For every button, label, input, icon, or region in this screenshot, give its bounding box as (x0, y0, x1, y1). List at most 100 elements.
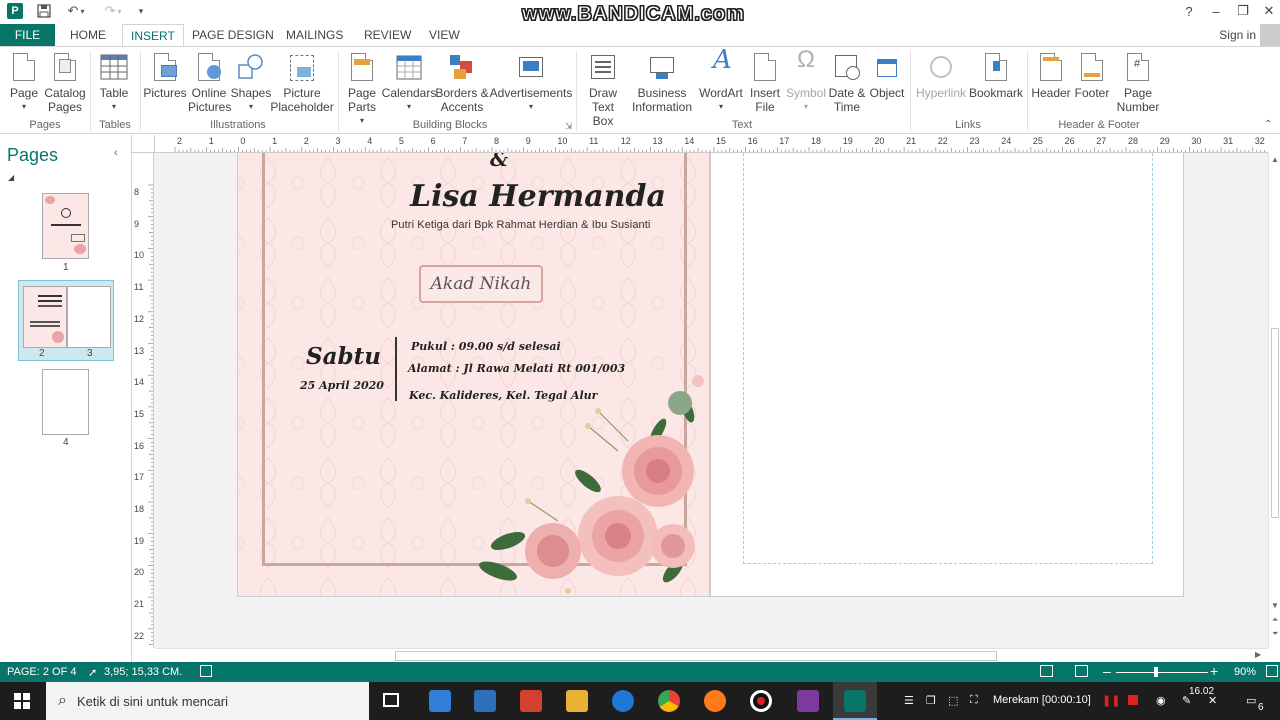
bride-name[interactable]: Lisa Hermanda (410, 179, 666, 214)
publisher-taskbar-button[interactable] (833, 682, 877, 720)
vertical-ruler[interactable]: 8 9 10 11 12 13 14 15 16 17 18 19 20 21 22 (132, 153, 154, 648)
file-explorer-icon[interactable] (566, 690, 588, 712)
insert-file-button[interactable]: Insert File (746, 53, 784, 114)
tray-region-icon[interactable]: ⬚ (948, 694, 958, 707)
bookmark-button[interactable]: Bookmark (968, 53, 1024, 100)
tab-mailings[interactable]: MAILINGS (278, 24, 351, 46)
hyperlink-button[interactable]: Hyperlink (914, 53, 968, 100)
collapse-ribbon-icon[interactable]: ⌃ (1264, 119, 1272, 130)
page-3[interactable] (710, 153, 1184, 597)
page-indicator[interactable]: PAGE: 2 OF 4 (7, 666, 77, 678)
sign-in-link[interactable]: Sign in (1219, 28, 1256, 42)
page-2[interactable]: & Lisa Hermanda Putri Ketiga dari Bpk Ra… (237, 153, 710, 597)
symbol-button[interactable]: Ω Symbol ▾ (786, 48, 826, 114)
tab-home[interactable]: HOME (62, 24, 114, 46)
scroll-up-icon[interactable]: ▲ (1271, 155, 1279, 164)
page-number-button[interactable]: # Page Number (1112, 53, 1164, 114)
ceremony-banner[interactable]: Akad Nikah (419, 265, 543, 303)
restore-icon[interactable]: ❐ (1232, 2, 1254, 20)
avatar[interactable] (1260, 24, 1280, 46)
document-canvas[interactable]: & Lisa Hermanda Putri Ketiga dari Bpk Ra… (154, 153, 1268, 648)
advertisements-button[interactable]: Advertisements ▾ (490, 53, 572, 114)
save-icon[interactable] (34, 2, 54, 20)
borders-accents-button[interactable]: Borders & Accents (435, 53, 489, 114)
notifications-icon[interactable]: ▭ (1246, 694, 1256, 707)
page-thumbnail-spread-2-3[interactable]: 2 3 (18, 280, 114, 361)
wordart-button[interactable]: A WordArt ▾ (698, 47, 744, 114)
pause-icon[interactable]: ❚❚ (1102, 694, 1120, 707)
page-thumbnail-4[interactable] (42, 369, 89, 435)
collapse-panel-icon[interactable]: ‹ (114, 147, 118, 159)
table-button[interactable]: Table ▾ (96, 53, 132, 114)
windows-start-icon[interactable] (14, 693, 30, 712)
day-label[interactable]: Sabtu (306, 343, 381, 370)
taskbar-search-box[interactable]: ⌕ Ketik di sini untuk mencari (46, 682, 369, 720)
tab-page-design[interactable]: PAGE DESIGN (184, 24, 282, 46)
customize-qat-icon[interactable]: ▾ (134, 2, 148, 20)
header-button[interactable]: Header (1030, 53, 1072, 100)
tab-file[interactable]: FILE (0, 24, 55, 46)
stop-icon[interactable] (1128, 695, 1138, 705)
bandicam-icon[interactable] (750, 690, 772, 712)
footer-button[interactable]: Footer (1072, 53, 1112, 100)
page-thumbnail-1[interactable] (42, 193, 89, 259)
undo-icon[interactable]: ↶ ▾ (62, 2, 90, 20)
onenote-icon[interactable] (797, 690, 819, 712)
online-pictures-button[interactable]: Online Pictures (188, 53, 231, 114)
zoom-out-icon[interactable]: – (1103, 663, 1111, 679)
zoom-in-icon[interactable]: + (1210, 663, 1218, 679)
zoom-slider-thumb[interactable] (1154, 667, 1158, 677)
single-page-view-icon[interactable] (1040, 665, 1053, 677)
picture-placeholder-button[interactable]: Picture Placeholder (270, 53, 334, 114)
tray-fullscreen-icon[interactable]: ⛶ (970, 694, 978, 707)
redo-icon[interactable]: ↷ ▾ (100, 2, 126, 20)
horizontal-scrollbar[interactable]: ▶ (155, 648, 1268, 662)
date-label[interactable]: 25 April 2020 (300, 379, 384, 392)
minimize-icon[interactable]: – (1205, 2, 1227, 20)
zoom-slider[interactable] (1116, 672, 1208, 673)
dialog-launcher-icon[interactable]: ⇲ (565, 121, 573, 132)
pictures-button[interactable]: Pictures (143, 53, 187, 100)
zoom-level[interactable]: 90% (1234, 666, 1256, 678)
two-page-view-icon[interactable] (1075, 665, 1088, 677)
fit-page-icon[interactable] (1266, 665, 1278, 677)
scroll-right-icon[interactable]: ▶ (1255, 650, 1261, 659)
tab-review[interactable]: REVIEW (356, 24, 419, 46)
page-button[interactable]: Page ▾ (6, 53, 42, 114)
vertical-scroll-thumb[interactable] (1271, 328, 1279, 518)
tab-insert[interactable]: INSERT (122, 24, 184, 47)
shapes-button[interactable]: Shapes ▾ (231, 53, 271, 114)
help-icon[interactable]: ? (1178, 2, 1200, 20)
tray-windows-icon[interactable]: ❐ (926, 694, 936, 707)
tray-list-icon[interactable]: ☰ (904, 694, 914, 707)
object-button[interactable]: Object (868, 53, 906, 100)
vertical-scrollbar[interactable]: ▲ ▼ ⏶ ⏷ (1268, 153, 1280, 648)
horizontal-ruler[interactable]: 2 1 0 1 2 3 4 5 6 7 8 9 10 11 12 13 14 15 16 17 18 19 20 21 22 23… (155, 135, 1268, 153)
rose-bouquet-image[interactable] (468, 371, 708, 597)
horizontal-scroll-thumb[interactable] (395, 651, 997, 661)
mail-icon[interactable] (429, 690, 451, 712)
previous-page-icon[interactable]: ⏶ (1272, 615, 1278, 625)
business-information-button[interactable]: Business Information (628, 53, 696, 114)
tab-view[interactable]: VIEW (421, 24, 468, 46)
date-time-button[interactable]: Date & Time (826, 53, 868, 114)
page-parts-button[interactable]: Page Parts ▾ (342, 53, 382, 128)
ampersand[interactable]: & (490, 153, 508, 171)
task-view-icon[interactable] (383, 693, 399, 707)
draw-text-box-button[interactable]: Draw Text Box (580, 53, 626, 128)
edge-icon[interactable] (612, 690, 634, 712)
expand-arrow-icon[interactable]: ◢ (8, 173, 14, 182)
catalog-pages-button[interactable]: Catalog Pages (44, 53, 86, 114)
screenshot-icon[interactable]: ◉ (1156, 694, 1166, 707)
close-icon[interactable]: ✕ (1258, 2, 1280, 20)
firefox-icon[interactable] (704, 690, 726, 712)
chrome-icon[interactable] (658, 690, 680, 712)
macro-icon[interactable] (200, 665, 212, 677)
next-page-icon[interactable]: ⏷ (1272, 629, 1278, 639)
time-line[interactable]: Pukul : 09.00 s/d selesai (411, 340, 561, 353)
bride-parents[interactable]: Putri Ketiga dari Bpk Rahmat Herdian & I… (391, 219, 650, 231)
scroll-down-icon[interactable]: ▼ (1271, 601, 1279, 610)
store-icon[interactable] (474, 690, 496, 712)
gift-icon[interactable] (520, 690, 542, 712)
calendars-button[interactable]: Calendars ▾ (382, 53, 436, 114)
